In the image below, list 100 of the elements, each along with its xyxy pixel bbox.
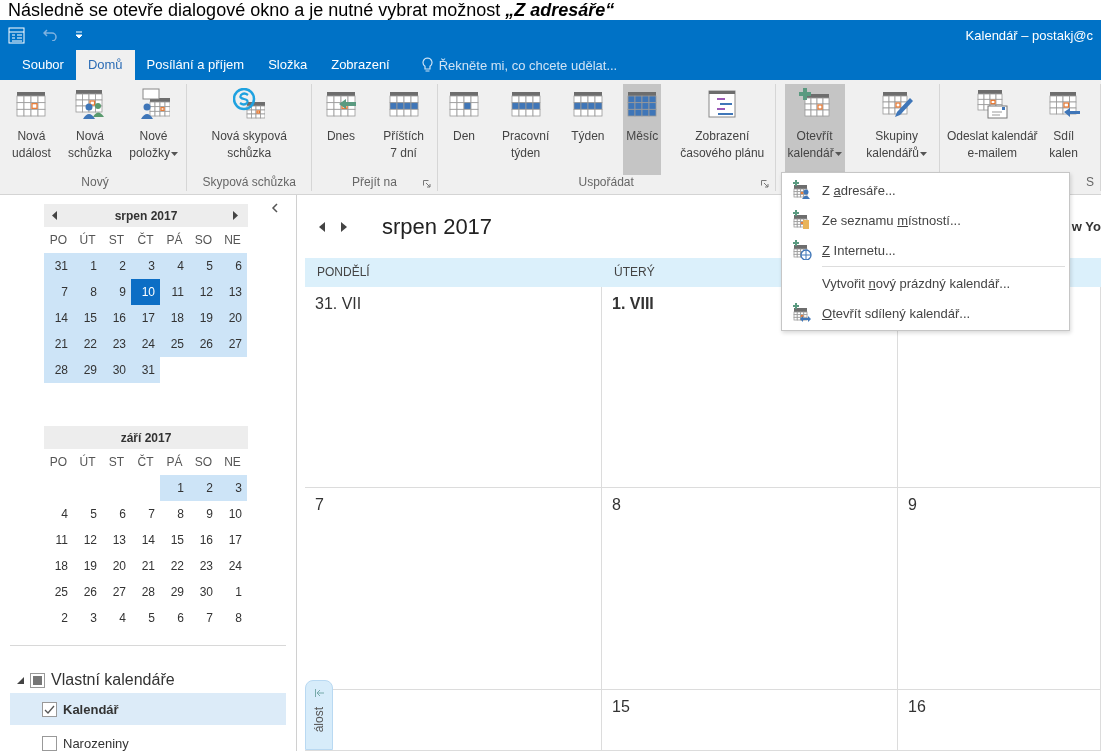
day-cell[interactable]: 24 — [131, 331, 160, 357]
day-cell[interactable]: 13 — [102, 527, 131, 553]
day-cell[interactable]: 21 — [44, 331, 73, 357]
day-cell[interactable]: 1 — [160, 475, 189, 501]
ribbon-button[interactable]: Týden — [568, 84, 608, 175]
day-cell[interactable]: 10 — [218, 501, 247, 527]
ribbon-tab[interactable]: Domů — [75, 50, 135, 80]
menu-item[interactable]: Vytvořit nový prázdný kalendář... — [782, 268, 1069, 298]
day-cell[interactable]: 20 — [218, 305, 247, 331]
day-cell[interactable]: 7 — [44, 279, 73, 305]
day-cell[interactable]: 8 — [218, 605, 247, 631]
day-cell[interactable]: 5 — [189, 253, 218, 279]
ribbon-button[interactable]: Nová událost — [9, 84, 54, 175]
day-cell[interactable]: 6 — [218, 253, 247, 279]
day-cell[interactable]: 6 — [102, 501, 131, 527]
quick-access-icon[interactable] — [75, 31, 83, 39]
day-cell[interactable]: 23 — [189, 553, 218, 579]
day-cell[interactable]: 24 — [218, 553, 247, 579]
day-cell[interactable]: 14 — [131, 527, 160, 553]
calendar-item[interactable]: Kalendář — [10, 693, 286, 725]
day-cell[interactable]: 18 — [44, 553, 73, 579]
ribbon-button[interactable]: Dnes — [321, 84, 360, 175]
day-cell[interactable]: 19 — [73, 553, 102, 579]
menu-item[interactable]: Z Internetu... — [782, 235, 1069, 265]
day-cell[interactable]: 19 — [189, 305, 218, 331]
day-cell[interactable]: 30 — [189, 579, 218, 605]
day-cell[interactable]: 3 — [131, 253, 160, 279]
collapse-icon[interactable] — [271, 203, 278, 213]
ribbon-button[interactable]: Nová schůzka — [65, 84, 115, 175]
day-cell[interactable]: 16 — [189, 527, 218, 553]
day-cell[interactable]: 31 — [44, 253, 73, 279]
day-cell[interactable]: 5 — [131, 605, 160, 631]
day-cell[interactable]: 3 — [73, 605, 102, 631]
expanded-icon[interactable] — [17, 676, 24, 684]
day-cell[interactable]: 3 — [218, 475, 247, 501]
day-cell[interactable]: 13 — [218, 279, 247, 305]
ribbon-tab[interactable]: Zobrazení — [319, 50, 402, 80]
day-cell[interactable]: 26 — [189, 331, 218, 357]
ribbon-button[interactable]: Měsíc — [623, 84, 662, 175]
day-cell[interactable]: 25 — [44, 579, 73, 605]
day-cell[interactable]: 31 — [131, 357, 160, 383]
previous-icon[interactable] — [319, 221, 325, 232]
day-cell[interactable]: 29 — [160, 579, 189, 605]
day-cell[interactable]: 22 — [160, 553, 189, 579]
day-cell[interactable]: 17 — [218, 527, 247, 553]
day-cell[interactable]: 18 — [160, 305, 189, 331]
day-cell[interactable]: 15 — [73, 305, 102, 331]
day-cell[interactable]: 23 — [102, 331, 131, 357]
day-cell[interactable]: 1 — [218, 579, 247, 605]
ribbon-button[interactable]: Zobrazení časového plánu — [677, 84, 768, 175]
day-cell[interactable]: 2 — [102, 253, 131, 279]
day-cell[interactable]: 4 — [102, 605, 131, 631]
launcher-icon[interactable] — [760, 180, 769, 188]
menu-item[interactable]: Z adresáře... — [782, 175, 1069, 205]
day-cell[interactable]: 27 — [218, 331, 247, 357]
ribbon-button[interactable]: Nové položky — [126, 84, 181, 175]
group-checkbox[interactable] — [30, 672, 45, 688]
day-cell[interactable]: 26 — [73, 579, 102, 605]
checkbox[interactable] — [42, 701, 57, 717]
day-cell[interactable]: 9 — [102, 279, 131, 305]
next-month-icon[interactable] — [233, 211, 238, 220]
day-cell[interactable]: 16 — [102, 305, 131, 331]
day-cell[interactable]: 1 — [73, 253, 102, 279]
day-cell[interactable]: 17 — [131, 305, 160, 331]
day-cell[interactable]: 4 — [44, 501, 73, 527]
day-cell[interactable]: 11 — [44, 527, 73, 553]
day-cell[interactable]: 12 — [189, 279, 218, 305]
day-cell[interactable]: 21 — [131, 553, 160, 579]
day-cell[interactable]: 28 — [44, 357, 73, 383]
day-cell[interactable]: 7 — [131, 501, 160, 527]
menu-item[interactable]: Ze seznamu místností... — [782, 205, 1069, 235]
day-cell[interactable]: 22 — [73, 331, 102, 357]
day-cell[interactable]: 10 — [131, 279, 160, 305]
day-cell[interactable]: 20 — [102, 553, 131, 579]
day-cell[interactable]: 9 — [189, 501, 218, 527]
ribbon-button[interactable]: Otevřít kalendář — [784, 84, 845, 175]
peek-tab[interactable]: álost — [305, 680, 333, 750]
menu-item[interactable]: Otevřít sdílený kalendář... — [782, 298, 1069, 328]
day-cell[interactable]: 27 — [102, 579, 131, 605]
day-cell[interactable]: 2 — [44, 605, 73, 631]
day-cell[interactable]: 4 — [160, 253, 189, 279]
day-cell[interactable]: 2 — [189, 475, 218, 501]
day-cell[interactable]: 7 — [189, 605, 218, 631]
day-cell[interactable]: 30 — [102, 357, 131, 383]
ribbon-button[interactable]: Příštích 7 dní — [380, 84, 427, 175]
ribbon-tab[interactable]: Posílání a příjem — [134, 50, 257, 80]
ribbon-tab[interactable]: Soubor — [10, 50, 76, 80]
previous-month-icon[interactable] — [52, 211, 57, 220]
next-icon[interactable] — [341, 221, 347, 232]
calendar-item[interactable]: Narozeniny — [10, 727, 286, 751]
day-cell[interactable]: 15 — [160, 527, 189, 553]
ribbon-button[interactable]: Pracovní týden — [498, 84, 553, 175]
launcher-icon[interactable] — [422, 180, 431, 188]
day-cell[interactable]: 12 — [73, 527, 102, 553]
day-cell[interactable]: 25 — [160, 331, 189, 357]
day-cell[interactable]: 8 — [73, 279, 102, 305]
ribbon-button[interactable]: Den — [445, 84, 484, 175]
tell-me-field[interactable]: Řekněte mi, co chcete udělat... — [436, 56, 661, 74]
day-cell[interactable]: 6 — [160, 605, 189, 631]
day-cell[interactable]: 5 — [73, 501, 102, 527]
